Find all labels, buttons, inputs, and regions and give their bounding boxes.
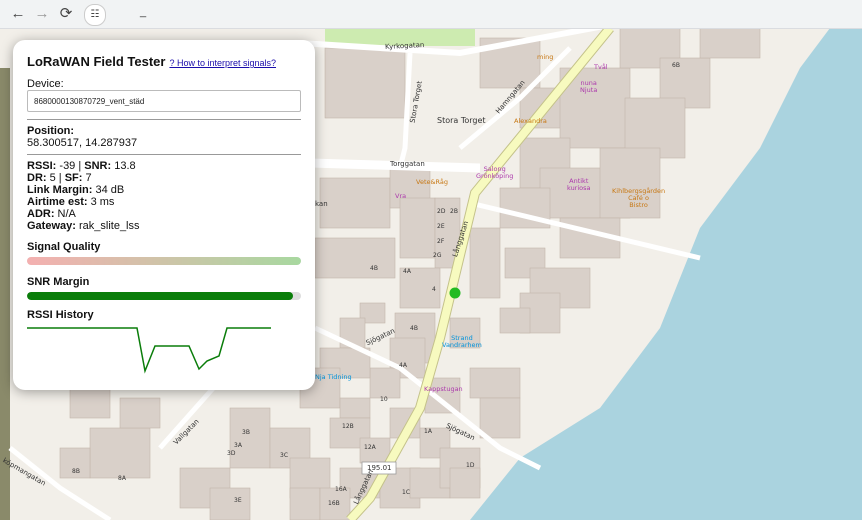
site-info-icon[interactable]: ☷ [84,4,106,26]
field-tester-panel: LoRaWAN Field Tester? How to interpret s… [13,40,315,390]
house-number: 4B [410,325,418,332]
device-select[interactable]: 8680000130870729_vent_städ [27,90,301,112]
poi-vra[interactable]: Vra [395,193,406,200]
rssi-history-title: RSSI History [27,309,94,321]
divider [27,119,301,120]
link-margin-label: Link Margin: [27,184,93,196]
dr-label: DR: [27,172,47,184]
house-number: 3B [242,429,250,436]
sf-label: SF: [64,172,83,184]
street-label-torggatan: Torggatan [390,160,425,168]
signal-quality-fill [27,257,301,265]
house-number: 1A [424,428,432,435]
house-number: 8A [118,475,126,482]
snr-margin-bar [27,292,301,300]
dr-value: 5 | [46,172,65,184]
label-kan: kan [315,200,328,208]
poi-kihlbergsgarden[interactable]: Kihlbergsgården Café o Bistro [612,188,665,209]
gateway-label: Gateway: [27,220,76,232]
snr-margin-fill [27,292,293,300]
house-number: 12A [364,444,376,451]
house-number: 3E [234,497,242,504]
browser-toolbar: ← → ⟳ ☷ _ [0,0,862,29]
panel-header: LoRaWAN Field Tester? How to interpret s… [27,53,276,71]
house-number: 4A [399,362,407,369]
adr-label: ADR: [27,208,55,220]
snr-label: SNR: [84,160,112,172]
house-number: 3D [227,450,236,457]
snr-margin-title: SNR Margin [27,276,90,288]
house-number: 6B [672,62,680,69]
gateway-value: rak_slite_lss [75,220,140,232]
address-bar[interactable]: _ [140,6,146,18]
device-label: Device: [27,78,64,90]
house-number: 4 [432,286,436,293]
divider [27,154,301,155]
square-label-stora-torget: Stora Torget [437,116,486,125]
house-number: 2B [450,208,458,215]
poi-kappstugan[interactable]: Kappstugan [424,386,463,393]
rssi-label: RSSI: [27,160,57,172]
link-margin-value: 34 dB [92,184,125,196]
help-link[interactable]: ? How to interpret signals? [169,58,276,68]
rssi-history-line [27,327,271,374]
house-number: 1C [402,489,411,496]
panel-title: LoRaWAN Field Tester [27,54,166,69]
signal-quality-bar [27,257,301,265]
house-number: 2F [437,238,445,245]
position-label: Position: [27,125,75,137]
airtime-label: Airtime est: [27,196,88,208]
house-number: 10 [380,396,388,403]
position-value: 58.300517, 14.287937 [27,137,138,149]
map-edge-strip [0,68,10,520]
house-number: 8B [72,468,80,475]
poi-antikt-kuriosa[interactable]: Antikt kuriosa [567,178,591,192]
poi-strand-vandrarhem[interactable]: Strand Vandrarhem [442,335,482,349]
forward-icon[interactable]: → [32,4,52,24]
house-number: 16B [328,500,340,507]
stat-link-margin: Link Margin: 34 dB [27,184,124,196]
stat-airtime: Airtime est: 3 ms [27,196,114,208]
reload-icon[interactable]: ⟳ [56,4,76,24]
poi-nuna-njuta[interactable]: nuna Njuta [580,80,597,94]
house-number: 16A [335,486,347,493]
house-number: 3A [234,442,242,449]
sf-value: 7 [82,172,92,184]
stat-dr-sf: DR: 5 | SF: 7 [27,172,92,184]
position-marker [449,287,461,299]
house-number: 12B [342,423,354,430]
poi-tval[interactable]: Tvål [594,64,608,71]
house-number: 2G [433,252,442,259]
stat-gateway: Gateway: rak_slite_lss [27,220,140,232]
house-number: 4B [370,265,378,272]
stat-rssi-snr: RSSI: -39 | SNR: 13.8 [27,160,136,172]
stat-adr: ADR: N/A [27,208,76,220]
rssi-value: -39 | [56,160,85,172]
house-number: 3C [280,452,289,459]
poi-nja-tidning[interactable]: Nja Tidning [315,374,352,381]
poi-vete-rag[interactable]: Vete&Råg [416,179,448,186]
adr-value: N/A [54,208,76,220]
signal-quality-title: Signal Quality [27,241,101,253]
poi-ming[interactable]: ming [537,54,553,61]
house-number: 2D [437,208,446,215]
back-icon[interactable]: ← [8,4,28,24]
house-number: 2E [437,223,445,230]
house-number: 4A [403,268,411,275]
poi-salong-gronkoping[interactable]: Salong Grönköping [476,166,513,180]
road-ref-label: 195.01 [367,464,392,472]
house-number: 1D [466,462,475,469]
snr-value: 13.8 [111,160,136,172]
poi-alexandra[interactable]: Alexandra [514,118,547,125]
airtime-value: 3 ms [87,196,115,208]
rssi-history-chart [27,327,271,374]
